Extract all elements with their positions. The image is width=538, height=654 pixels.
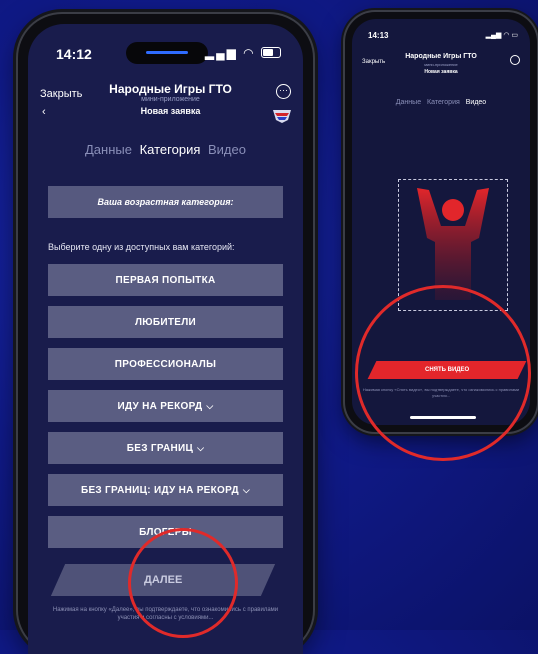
category-label: ИДУ НА РЕКОРД	[117, 400, 203, 412]
tab-data[interactable]: Данные	[85, 142, 132, 157]
status-time: 14:12	[56, 46, 92, 62]
tab-data[interactable]: Данные	[396, 99, 421, 106]
more-icon[interactable]: ···	[276, 84, 291, 99]
status-icons: ▂▄▆ ◠ ▭	[486, 31, 518, 39]
battery-icon: ▭	[511, 32, 518, 39]
status-bar: 14:12 ▂▄▆ ◠	[28, 24, 303, 70]
category-amateurs-button[interactable]: ЛЮБИТЕЛИ	[48, 306, 283, 338]
category-label: БЕЗ ГРАНИЦ: ИДУ НА РЕКОРД	[80, 484, 239, 496]
category-professionals-button[interactable]: ПРОФЕССИОНАЛЫ	[48, 348, 283, 380]
tab-video[interactable]: Видео	[466, 99, 486, 106]
page-title: Новая заявка	[424, 69, 458, 75]
chevron-down-icon: ⌵	[206, 400, 214, 411]
category-no-limits-button[interactable]: БЕЗ ГРАНИЦ ⌵	[48, 432, 283, 464]
category-no-limits-record-button[interactable]: БЕЗ ГРАНИЦ: ИДУ НА РЕКОРД ⌵	[48, 474, 283, 506]
tabs: Данные Категория Видео	[352, 99, 530, 106]
app-subtitle: мини-приложение	[424, 62, 458, 67]
signal-icon: ▂▄▆	[204, 46, 238, 60]
back-icon[interactable]: ‹	[42, 106, 46, 118]
age-category-box: Ваша возрастная категория:	[48, 186, 283, 218]
tab-category[interactable]: Категория	[427, 99, 460, 106]
dynamic-island	[126, 42, 208, 64]
category-label: БЕЗ ГРАНИЦ	[126, 442, 194, 454]
tab-category[interactable]: Категория	[140, 142, 201, 157]
category-label: ЛЮБИТЕЛИ	[134, 316, 197, 328]
wifi-icon: ◠	[243, 46, 256, 60]
app-subtitle: мини-приложение	[141, 96, 200, 103]
app-title: Народные Игры ГТО	[109, 82, 232, 96]
battery-icon	[261, 47, 281, 58]
category-label: ПЕРВАЯ ПОПЫТКА	[115, 274, 216, 286]
tab-video[interactable]: Видео	[208, 142, 246, 157]
category-record-button[interactable]: ИДУ НА РЕКОРД ⌵	[48, 390, 283, 422]
chevron-down-icon: ⌵	[242, 484, 251, 495]
status-time: 14:13	[368, 31, 389, 40]
page-title: Новая заявка	[140, 106, 201, 116]
annotation-circle-shoot	[355, 285, 531, 461]
tabs: Данные Категория Видео	[28, 142, 303, 157]
status-icons: ▂▄▆ ◠	[205, 46, 281, 60]
app-title: Народные Игры ГТО	[405, 53, 477, 60]
wifi-icon: ◠	[503, 32, 510, 39]
annotation-circle-next	[128, 528, 238, 638]
app-header: Закрыть ‹ Народные Игры ГТО мини-приложе…	[28, 74, 303, 126]
chevron-down-icon: ⌵	[197, 442, 205, 453]
more-icon[interactable]	[510, 55, 520, 65]
category-prompt: Выберите одну из доступных вам категорий…	[48, 242, 235, 252]
close-button[interactable]: Закрыть	[40, 88, 82, 100]
category-first-attempt-button[interactable]: ПЕРВАЯ ПОПЫТКА	[48, 264, 283, 296]
signal-icon: ▂▄▆	[485, 32, 502, 39]
category-label: ПРОФЕССИОНАЛЫ	[114, 358, 217, 370]
gto-logo-icon	[273, 110, 291, 123]
